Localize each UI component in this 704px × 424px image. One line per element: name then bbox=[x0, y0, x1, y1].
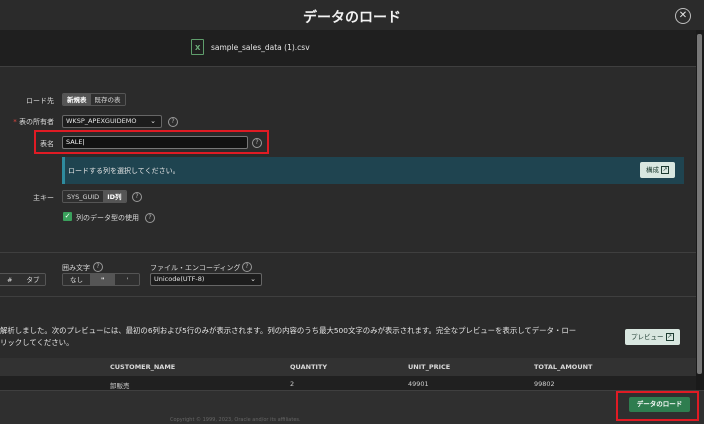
enclosed-toggle: なし " ' bbox=[62, 273, 141, 286]
encoding-select[interactable]: Unicode(UTF-8) ⌄ bbox=[150, 273, 262, 286]
enclosed-option-single-quote[interactable]: ' bbox=[115, 274, 140, 285]
owner-select[interactable]: WKSP_APEXGUIDEMO ⌄ bbox=[62, 115, 162, 128]
help-icon[interactable]: ? bbox=[252, 138, 262, 148]
table-cell: 2 bbox=[290, 380, 295, 388]
primary-key-toggle: SYS_GUID ID列 bbox=[62, 190, 127, 203]
file-bar bbox=[0, 30, 696, 66]
column-header: UNIT_PRICE bbox=[408, 363, 451, 371]
close-button[interactable]: ✕ bbox=[675, 8, 691, 24]
load-to-label: ロード先 bbox=[26, 97, 54, 105]
scrollbar-thumb[interactable] bbox=[697, 34, 702, 374]
help-icon[interactable]: ? bbox=[242, 262, 252, 272]
copyright-text: Copyright © 1999, 2023, Oracle and/or it… bbox=[170, 417, 301, 423]
separator-option-hash[interactable]: # bbox=[0, 274, 21, 285]
dialog-title: データのロード bbox=[303, 10, 401, 26]
help-icon[interactable]: ? bbox=[145, 213, 155, 223]
highlight-box bbox=[616, 391, 699, 421]
divider bbox=[0, 252, 696, 253]
help-icon[interactable]: ? bbox=[93, 262, 103, 272]
column-header: TOTAL_AMOUNT bbox=[534, 363, 593, 371]
required-mark: * bbox=[13, 118, 17, 126]
primary-key-option-id[interactable]: ID列 bbox=[103, 191, 126, 202]
enclosed-option-none[interactable]: なし bbox=[63, 274, 90, 285]
load-to-option-existing[interactable]: 既存の表 bbox=[90, 94, 125, 105]
separator-option-tab[interactable]: タブ bbox=[20, 274, 46, 285]
load-to-option-new[interactable]: 新規表 bbox=[63, 94, 91, 105]
primary-key-label: 主キー bbox=[33, 194, 54, 202]
table-cell: 卸販売 bbox=[110, 382, 130, 390]
enclosed-option-double-quote[interactable]: " bbox=[90, 274, 116, 285]
separator-toggle: # タブ bbox=[0, 273, 47, 286]
chevron-down-icon: ⌄ bbox=[150, 117, 156, 125]
divider bbox=[0, 66, 696, 67]
chevron-down-icon: ⌄ bbox=[250, 275, 256, 283]
divider bbox=[0, 296, 696, 297]
use-types-label: 列のデータ型の使用 bbox=[76, 214, 139, 222]
banner-text: ロードする列を選択してください。 bbox=[68, 167, 180, 175]
use-types-checkbox[interactable]: ✓ bbox=[63, 212, 72, 221]
preview-button[interactable]: プレビュー ↗ bbox=[625, 329, 680, 345]
table-name-label: 表名 bbox=[40, 140, 54, 148]
column-header: CUSTOMER_NAME bbox=[110, 363, 176, 371]
help-icon[interactable]: ? bbox=[132, 192, 142, 202]
enclosed-label: 囲み文字 bbox=[62, 264, 90, 272]
column-header: QUANTITY bbox=[290, 363, 328, 371]
close-icon: ✕ bbox=[678, 10, 688, 21]
encoding-value: Unicode(UTF-8) bbox=[154, 275, 205, 283]
configure-button[interactable]: 構成 ↗ bbox=[640, 162, 676, 178]
table-name-input[interactable]: SALE| bbox=[62, 136, 248, 149]
owner-value: WKSP_APEXGUIDEMO bbox=[66, 117, 137, 125]
excel-file-icon: X bbox=[191, 39, 204, 55]
table-row bbox=[0, 376, 696, 390]
external-link-icon: ↗ bbox=[665, 333, 674, 341]
help-icon[interactable]: ? bbox=[168, 117, 178, 127]
parse-message: 解析しました。次のプレビューには、最初の6列および5行のみが表示されます。列の内… bbox=[0, 326, 577, 347]
owner-label: * 表の所有者 bbox=[13, 118, 54, 126]
dialog-footer bbox=[0, 390, 704, 424]
table-cell: 99802 bbox=[534, 380, 555, 388]
external-link-icon: ↗ bbox=[661, 166, 670, 174]
load-to-toggle: 新規表 既存の表 bbox=[62, 93, 126, 106]
table-cell: 49901 bbox=[408, 380, 429, 388]
file-name: sample_sales_data (1).csv bbox=[211, 43, 310, 52]
encoding-label: ファイル・エンコーディング bbox=[150, 264, 241, 272]
primary-key-option-sys-guid[interactable]: SYS_GUID bbox=[63, 191, 104, 202]
